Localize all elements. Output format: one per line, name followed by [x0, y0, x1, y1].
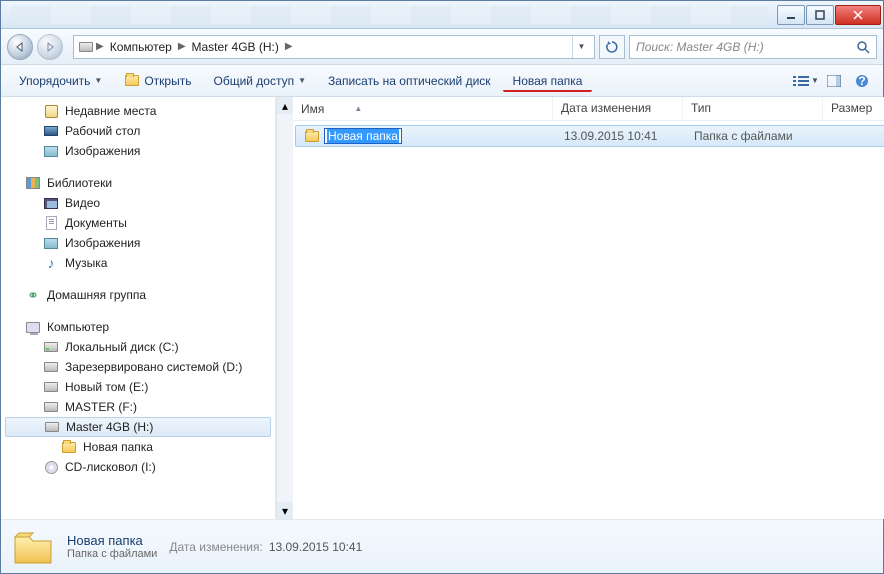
desktop-icon	[43, 123, 59, 139]
file-date: 13.09.2015 10:41	[556, 129, 686, 143]
sidebar-item-music[interactable]: ♪Музыка	[1, 253, 275, 273]
minimize-button[interactable]	[777, 5, 805, 25]
file-type: Папка с файлами	[686, 129, 826, 143]
open-button[interactable]: Открыть	[114, 69, 201, 93]
sidebar-drive-c[interactable]: Локальный диск (C:)	[1, 337, 275, 357]
details-date-label: Дата изменения:	[169, 540, 263, 554]
video-icon	[43, 195, 59, 211]
folder-large-icon	[11, 525, 55, 569]
drive-icon	[43, 399, 59, 415]
drive-icon	[44, 419, 60, 435]
column-header-name[interactable]: Имя▲	[293, 97, 553, 120]
file-list[interactable]: Новая папка 13.09.2015 10:41 Папка с фай…	[293, 121, 884, 519]
address-bar[interactable]: ▶ Компьютер ▶ Master 4GB (H:) ▶ ▼	[73, 35, 595, 59]
new-folder-button[interactable]: Новая папка	[503, 70, 593, 92]
file-list-pane: Имя▲ Дата изменения Тип Размер Новая пап…	[293, 97, 884, 519]
help-button[interactable]: ?	[849, 70, 875, 92]
sidebar-item-documents[interactable]: Документы	[1, 213, 275, 233]
details-date-value: 13.09.2015 10:41	[269, 540, 362, 554]
scroll-up-icon[interactable]: ▴	[277, 97, 293, 114]
close-button[interactable]	[835, 5, 881, 25]
sidebar-drive-e[interactable]: Новый том (E:)	[1, 377, 275, 397]
burn-button[interactable]: Записать на оптический диск	[318, 70, 501, 92]
chevron-down-icon: ▼	[94, 76, 102, 85]
explorer-window: ▶ Компьютер ▶ Master 4GB (H:) ▶ ▼ Поиск:…	[0, 0, 884, 574]
column-header-date[interactable]: Дата изменения	[553, 97, 683, 120]
sidebar-item-desktop[interactable]: Рабочий стол	[1, 121, 275, 141]
preview-pane-button[interactable]	[821, 70, 847, 92]
pictures-icon	[43, 143, 59, 159]
share-button[interactable]: Общий доступ ▼	[203, 70, 316, 92]
details-type: Папка с файлами	[67, 548, 157, 560]
view-mode-button[interactable]: ▼	[793, 70, 819, 92]
sidebar-group-computer[interactable]: Компьютер	[1, 317, 275, 337]
libraries-icon	[25, 175, 41, 191]
sidebar-scrollbar[interactable]: ▴ ▾	[276, 97, 293, 519]
breadcrumb-sep-icon: ▶	[283, 41, 295, 52]
sidebar-drive-cd[interactable]: CD-лисковол (I:)	[1, 457, 275, 477]
sidebar-drive-f[interactable]: MASTER (F:)	[1, 397, 275, 417]
homegroup-icon: ⚭	[25, 287, 41, 303]
folder-icon	[61, 439, 77, 455]
nav-pane: Недавние места Рабочий стол Изображения …	[1, 97, 276, 519]
svg-text:?: ?	[858, 74, 865, 88]
navbar: ▶ Компьютер ▶ Master 4GB (H:) ▶ ▼ Поиск:…	[1, 29, 883, 65]
sidebar-item-videos[interactable]: Видео	[1, 193, 275, 213]
sidebar-group-homegroup[interactable]: ⚭Домашняя группа	[1, 285, 275, 305]
sidebar-group-libraries[interactable]: Библиотеки	[1, 173, 275, 193]
search-input[interactable]: Поиск: Master 4GB (H:)	[629, 35, 877, 59]
chevron-down-icon: ▼	[298, 76, 306, 85]
organize-button[interactable]: Упорядочить ▼	[9, 70, 112, 92]
maximize-button[interactable]	[806, 5, 834, 25]
computer-icon	[25, 319, 41, 335]
titlebar-blur	[11, 6, 768, 24]
chevron-down-icon: ▼	[811, 76, 819, 85]
sidebar-item-pictures-lib[interactable]: Изображения	[1, 233, 275, 253]
document-icon	[43, 215, 59, 231]
drive-icon	[43, 359, 59, 375]
sidebar-item-folder[interactable]: Новая папка	[1, 437, 275, 457]
back-button[interactable]	[7, 34, 33, 60]
hdd-icon	[43, 339, 59, 355]
refresh-button[interactable]	[599, 35, 625, 59]
sidebar-drive-h[interactable]: Master 4GB (H:)	[5, 417, 271, 437]
breadcrumb-item[interactable]: Master 4GB (H:)	[188, 40, 283, 54]
folder-open-icon	[124, 73, 140, 89]
folder-icon	[304, 128, 320, 144]
main-area: Недавние места Рабочий стол Изображения …	[1, 97, 883, 519]
file-row[interactable]: Новая папка 13.09.2015 10:41 Папка с фай…	[295, 125, 884, 147]
breadcrumb-sep-icon: ▶	[176, 41, 188, 52]
drive-icon	[78, 39, 94, 55]
sort-asc-icon: ▲	[354, 104, 362, 113]
pictures-icon	[43, 235, 59, 251]
breadcrumb-item[interactable]: Компьютер	[106, 40, 176, 54]
column-header-size[interactable]: Размер	[823, 97, 884, 120]
breadcrumb-sep-icon: ▶	[94, 41, 106, 52]
search-icon	[856, 40, 870, 54]
recent-icon	[43, 103, 59, 119]
music-icon: ♪	[43, 255, 59, 271]
toolbar: Упорядочить ▼ Открыть Общий доступ ▼ Зап…	[1, 65, 883, 97]
scroll-down-icon[interactable]: ▾	[277, 502, 293, 519]
details-name: Новая папка	[67, 533, 157, 548]
sidebar-item-recent[interactable]: Недавние места	[1, 101, 275, 121]
cd-icon	[43, 459, 59, 475]
forward-button[interactable]	[37, 34, 63, 60]
search-placeholder: Поиск: Master 4GB (H:)	[636, 40, 856, 54]
column-headers: Имя▲ Дата изменения Тип Размер	[293, 97, 884, 121]
sidebar-drive-d[interactable]: Зарезервировано системой (D:)	[1, 357, 275, 377]
address-dropdown[interactable]: ▼	[572, 36, 590, 58]
sidebar-item-pictures[interactable]: Изображения	[1, 141, 275, 161]
details-pane: Новая папка Папка с файлами Дата изменен…	[1, 519, 883, 573]
column-header-type[interactable]: Тип	[683, 97, 823, 120]
drive-icon	[43, 379, 59, 395]
titlebar	[1, 1, 883, 29]
rename-input[interactable]: Новая папка	[324, 128, 402, 144]
